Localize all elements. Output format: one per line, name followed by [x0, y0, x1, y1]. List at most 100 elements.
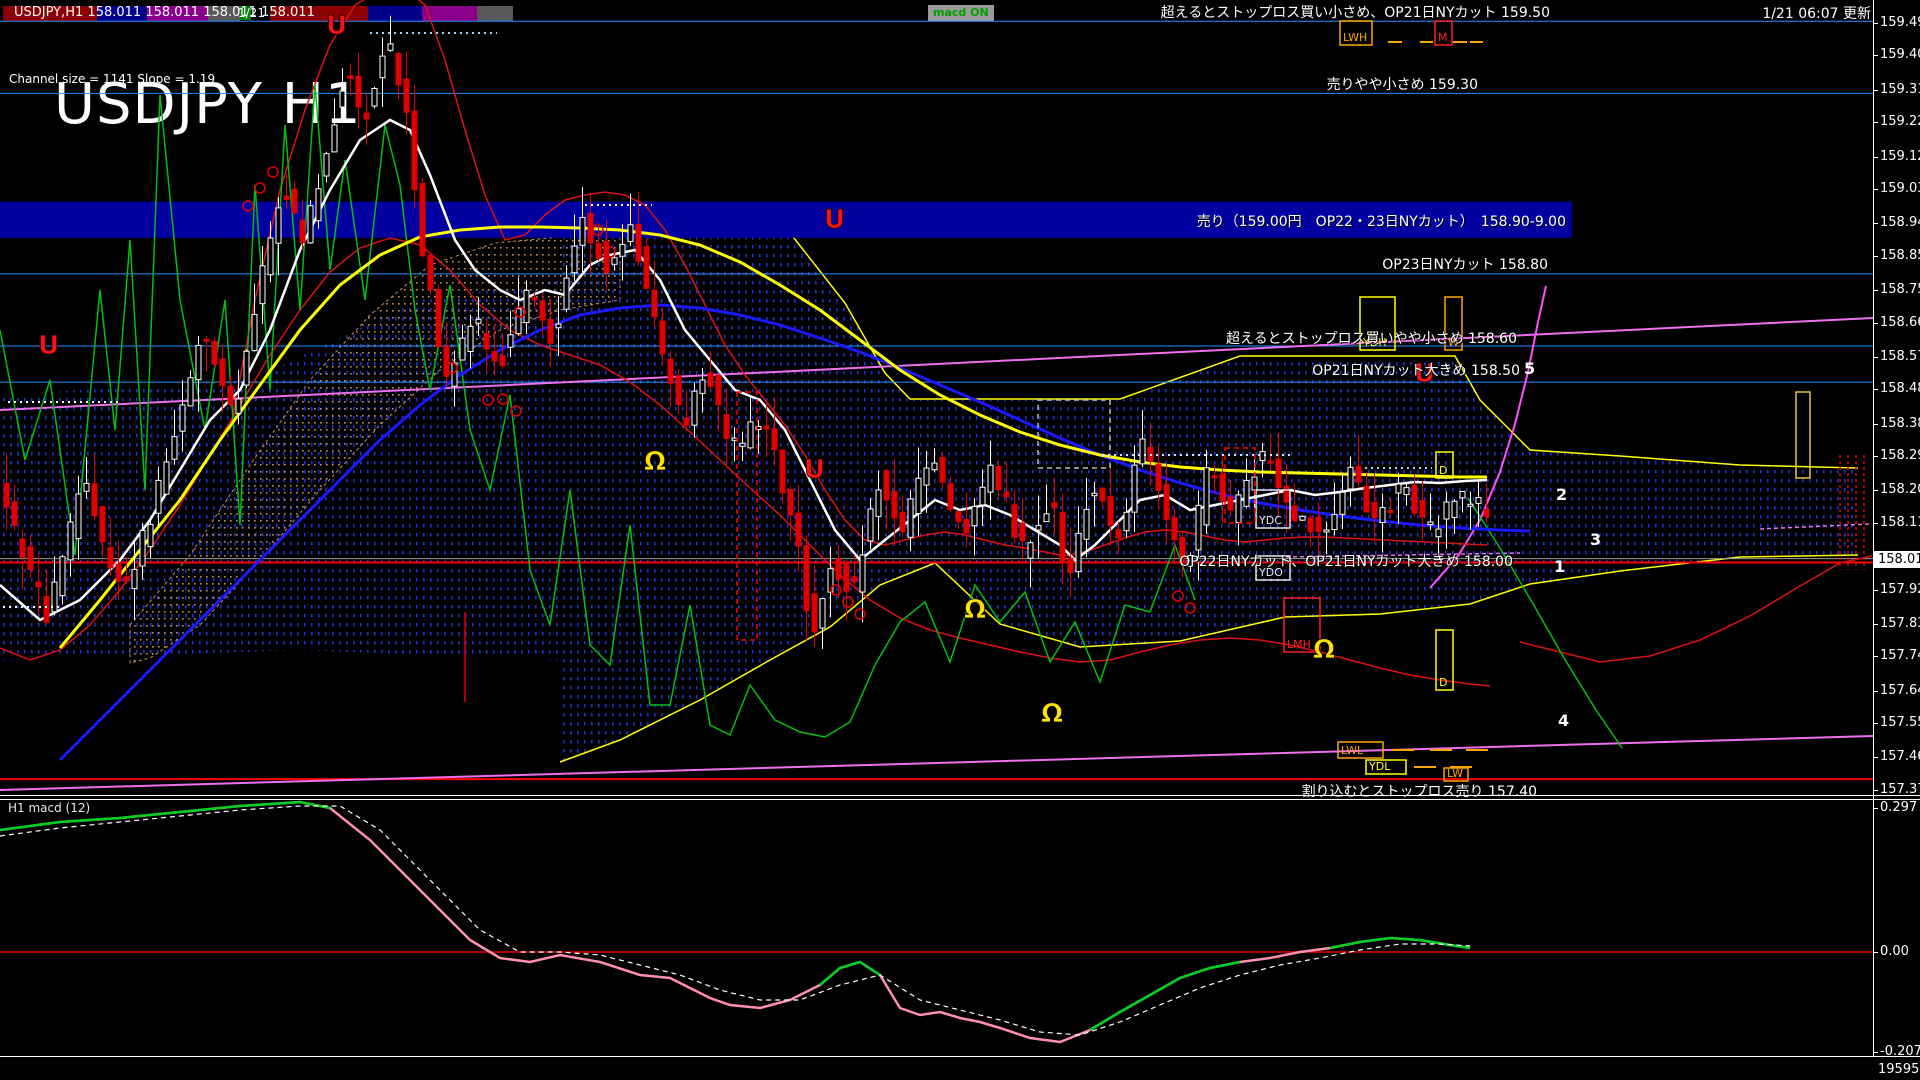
marker-box-label: YDO	[1258, 566, 1283, 579]
candle-body	[803, 545, 810, 612]
candle-body	[1371, 502, 1378, 519]
price-axis-line	[1873, 0, 1874, 1056]
candle-body	[1171, 516, 1178, 541]
candle-body	[563, 277, 570, 310]
horseshoe-yellow-icon: Ω	[1313, 635, 1335, 665]
channel-line-bottom	[0, 735, 1873, 791]
candle-body	[555, 323, 562, 329]
candle-body	[835, 558, 842, 580]
candle-body	[1243, 479, 1250, 507]
bottom-separator	[0, 1056, 1920, 1057]
candle-body	[235, 398, 242, 414]
axis-label: 158.850	[1880, 248, 1920, 263]
axis-label: 159.220	[1880, 114, 1920, 129]
candle-body	[139, 529, 146, 567]
candle-body	[1427, 521, 1434, 526]
axis-label: 159.310	[1880, 82, 1920, 97]
u-turn-red-icon: U	[1414, 359, 1435, 389]
candle-body	[387, 43, 394, 51]
axis-label: 158.200	[1880, 482, 1920, 497]
candle-body	[99, 506, 106, 543]
candle-body	[123, 576, 130, 582]
updated-timestamp: 1/21 06:07 更新	[1762, 6, 1871, 22]
channel-info-label: Channel size = 1141 Slope = 1.19	[9, 72, 216, 86]
candle-body	[707, 372, 714, 387]
candle-body	[715, 374, 722, 406]
candle-body	[939, 456, 946, 483]
axis-label: 159.405	[1880, 47, 1920, 62]
marker-box-label: LW	[1447, 767, 1463, 780]
candle-body	[1411, 485, 1418, 514]
macd-panel-svg[interactable]	[0, 799, 1873, 1056]
candle-body	[571, 245, 578, 274]
candle-body	[1091, 492, 1098, 497]
candle-body	[227, 385, 234, 405]
axis-label: 158.665	[1880, 315, 1920, 330]
candle-body	[435, 289, 442, 348]
candle-body	[1339, 491, 1346, 515]
candle-body	[1467, 503, 1474, 507]
candle-body	[1323, 529, 1330, 533]
candle-body	[1259, 451, 1266, 461]
candle-body	[539, 300, 546, 321]
candle-body	[1435, 528, 1442, 538]
axis-label: 0.00	[1880, 944, 1909, 959]
candle-body	[483, 332, 490, 350]
candle-body	[795, 512, 802, 547]
candle-body	[923, 467, 930, 486]
candle-body	[419, 182, 426, 257]
candle-body	[1227, 496, 1234, 511]
candle-body	[331, 124, 338, 153]
candle-body	[771, 428, 778, 451]
marker-box-label: M	[1438, 31, 1448, 44]
candle-body	[627, 224, 634, 243]
candle-body	[267, 237, 274, 276]
candle-body	[691, 390, 698, 426]
axis-label: 158.110	[1880, 515, 1920, 530]
candle-body	[283, 195, 290, 201]
candle-body	[875, 489, 882, 517]
candle-body	[291, 188, 298, 214]
axis-label: 157.830	[1880, 616, 1920, 631]
candle-body	[787, 488, 794, 516]
candle-body	[819, 598, 826, 629]
candle-body	[763, 425, 770, 430]
macd-main-line	[0, 800, 1471, 1044]
candle-body	[1387, 509, 1394, 513]
candle-body	[747, 421, 754, 449]
candle-body	[1187, 555, 1194, 567]
mt4-chart-window: USDJPY H1 LWH M YDH W YDC YDO D D LMH LWL YDL LW U U U…	[0, 0, 1920, 1080]
candle-body	[131, 568, 138, 589]
candle-body	[995, 466, 1002, 490]
marker-box-label: YDH	[1362, 336, 1386, 349]
main-chart-svg[interactable]: LWH M YDH W YDC YDO D D LMH LWL YDL LW U U U U U Ω Ω Ω Ω 5 2 3 1…	[0, 0, 1873, 797]
candle-body	[1083, 508, 1090, 540]
macd-green-segment	[819, 960, 881, 986]
candle-body	[115, 563, 122, 582]
candle-body	[427, 254, 434, 290]
horseshoe-yellow-icon: Ω	[964, 595, 986, 625]
candle-body	[1211, 475, 1218, 479]
candle-body	[11, 501, 18, 526]
axis-label: 158.480	[1880, 381, 1920, 396]
candle-body	[411, 110, 418, 191]
candle-body	[147, 523, 154, 548]
candle-body	[187, 377, 194, 407]
candle-body	[1275, 458, 1282, 488]
candle-body	[651, 289, 658, 318]
axis-label: 159.125	[1880, 149, 1920, 164]
marker-box-label: D	[1439, 464, 1447, 477]
candle-body	[1179, 536, 1186, 563]
current-price-box: 158.011	[1874, 551, 1920, 568]
axis-label: 158.755	[1880, 282, 1920, 297]
candle-body	[915, 477, 922, 515]
axis-label: 158.570	[1880, 349, 1920, 364]
panel-separator-top[interactable]	[0, 795, 1920, 796]
candle-body	[323, 153, 330, 177]
axis-label: 158.940	[1880, 215, 1920, 230]
candle-body	[1299, 515, 1306, 521]
panel-separator-bottom[interactable]	[0, 799, 1920, 800]
macd-indicator-label: H1 macd (12)	[8, 801, 91, 815]
candle-body	[1475, 497, 1482, 504]
axis-label: 158.385	[1880, 416, 1920, 431]
